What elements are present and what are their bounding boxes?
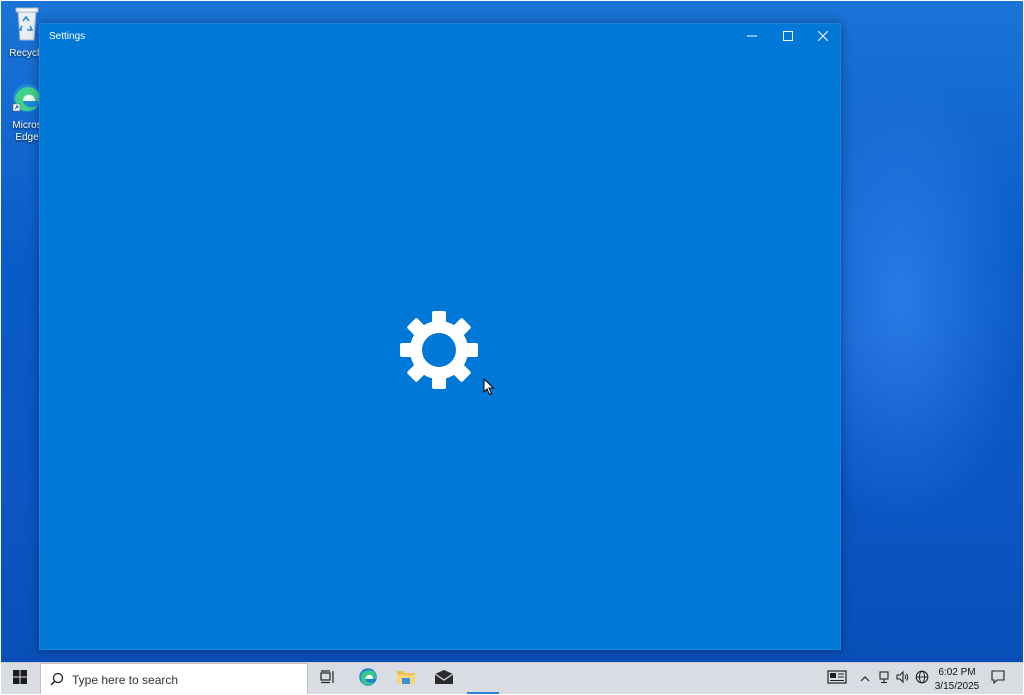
notification-icon <box>991 669 1005 689</box>
windows-logo-icon <box>13 669 27 689</box>
edge-taskbar-button[interactable] <box>352 663 384 695</box>
task-view-icon <box>320 669 336 689</box>
show-hidden-icons-button[interactable] <box>856 663 874 695</box>
volume-icon <box>896 670 910 689</box>
news-icon <box>827 669 847 689</box>
search-placeholder: Type here to search <box>72 673 179 687</box>
search-box[interactable]: Type here to search <box>40 663 308 695</box>
minimize-icon <box>747 28 757 46</box>
news-and-interests-button[interactable] <box>823 663 851 695</box>
mail-taskbar-button[interactable] <box>428 663 460 695</box>
action-center-button[interactable] <box>984 663 1012 695</box>
title-bar[interactable]: Settings <box>40 24 840 50</box>
close-button[interactable] <box>805 24 841 50</box>
taskbar: Type here to search 6:02 PM 3/15/2025 <box>0 662 1024 695</box>
maximize-button[interactable] <box>770 24 806 50</box>
language-button[interactable] <box>913 663 931 695</box>
minimize-button[interactable] <box>734 24 770 50</box>
file-explorer-icon <box>396 668 416 691</box>
clock-time: 6:02 PM <box>938 667 976 678</box>
chevron-up-icon <box>860 670 870 688</box>
edge-icon <box>358 667 378 692</box>
settings-taskbar-button[interactable] <box>466 663 500 695</box>
volume-button[interactable] <box>894 663 912 695</box>
mouse-cursor-icon <box>483 377 495 396</box>
gear-icon <box>400 311 478 389</box>
clock[interactable]: 6:02 PM 3/15/2025 <box>932 664 982 695</box>
search-icon <box>50 672 64 691</box>
language-icon <box>915 670 929 689</box>
clock-date: 3/15/2025 <box>934 681 980 692</box>
window-title: Settings <box>49 31 86 42</box>
network-button[interactable] <box>875 663 893 695</box>
settings-window: Settings <box>39 23 841 650</box>
task-view-button[interactable] <box>312 663 344 695</box>
start-button[interactable] <box>0 663 40 695</box>
file-explorer-taskbar-button[interactable] <box>390 663 422 695</box>
network-icon <box>878 670 890 689</box>
close-icon <box>817 28 829 46</box>
mail-icon <box>434 669 454 690</box>
maximize-icon <box>783 28 793 46</box>
